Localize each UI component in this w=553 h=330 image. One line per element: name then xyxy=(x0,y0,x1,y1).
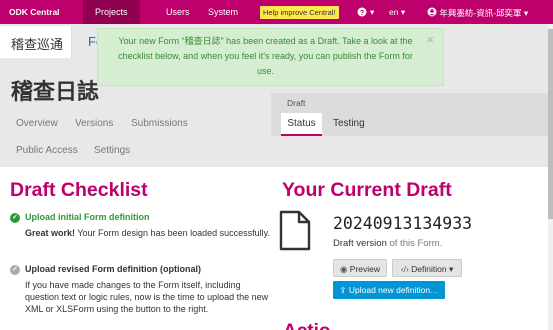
project-name: 稽查巡通 xyxy=(11,37,64,52)
user-name: 年興墨紡-資訊-邱奕軍 xyxy=(439,8,522,18)
tab-settings[interactable]: Settings xyxy=(94,145,130,156)
definition-label: Definition xyxy=(411,264,447,274)
nav-system[interactable]: System xyxy=(208,0,238,24)
checklist-item-title: Upload revised Form definition (optional… xyxy=(25,264,202,274)
checklist-item-body: Great work! Your Form design has been lo… xyxy=(25,227,270,239)
language-select[interactable]: en ▾ xyxy=(389,7,405,18)
user-icon xyxy=(427,7,437,17)
definition-dropdown-button[interactable]: ‹/› Definition ▾ xyxy=(392,259,462,277)
tab-submissions[interactable]: Submissions xyxy=(131,118,188,129)
file-icon xyxy=(279,210,311,251)
question-circle-icon[interactable]: ? xyxy=(357,7,367,19)
upload-label: Upload new definition… xyxy=(348,285,439,295)
great-work-text: Great work! xyxy=(25,228,76,238)
eye-icon: ◉ xyxy=(339,264,348,274)
tab-public-access[interactable]: Public Access xyxy=(16,145,78,156)
close-icon[interactable]: × xyxy=(426,32,434,47)
svg-text:?: ? xyxy=(360,10,364,17)
checklist-item-title: Upload initial Form definition xyxy=(25,212,150,222)
draft-tabs-panel: Draft Status Testing xyxy=(271,93,553,136)
upload-icon: ⇪ xyxy=(339,285,347,295)
success-alert: Your new Form “稽查日誌” has been created as… xyxy=(97,28,444,86)
tab-overview[interactable]: Overview xyxy=(16,118,58,129)
alert-message: Your new Form “稽查日誌” has been created as… xyxy=(118,36,413,76)
preview-label: Preview xyxy=(349,264,381,274)
actions-heading: Actio xyxy=(283,321,331,330)
checklist-heading: Draft Checklist xyxy=(10,179,148,201)
check-done-icon: ✓ xyxy=(10,213,20,223)
language-label: en xyxy=(389,7,399,17)
scrollbar[interactable] xyxy=(548,24,553,330)
chevron-down-icon[interactable]: ▾ xyxy=(370,7,374,18)
draft-version-note: Draft version of this Form. xyxy=(333,238,442,249)
check-pending-icon: ✓ xyxy=(10,265,20,275)
brand-logo[interactable]: ODK Central xyxy=(9,7,60,17)
checklist-item-text: Your Form design has been loaded success… xyxy=(75,228,270,238)
preview-button[interactable]: ◉ Preview xyxy=(333,259,387,277)
tab-status[interactable]: Status xyxy=(281,113,322,136)
checklist-item-body: If you have made changes to the Form its… xyxy=(25,280,269,314)
upload-definition-button[interactable]: ⇪ Upload new definition… xyxy=(333,281,445,299)
help-improve-button[interactable]: Help improve Central! xyxy=(260,6,339,19)
code-icon: ‹/› xyxy=(400,264,409,274)
caret-down-icon: ▾ xyxy=(448,264,454,274)
tab-testing[interactable]: Testing xyxy=(333,118,365,129)
nav-users[interactable]: Users xyxy=(166,0,190,24)
nav-projects[interactable]: Projects xyxy=(83,0,140,24)
draft-label: Draft xyxy=(287,98,306,108)
draft-version-suffix: of this Form. xyxy=(386,238,443,249)
project-breadcrumb-tab[interactable]: 稽查巡通 xyxy=(0,26,72,58)
top-navbar: ODK Central Projects Users System Help i… xyxy=(0,0,553,24)
draft-version-number: 20240913134933 xyxy=(333,214,473,233)
user-menu[interactable]: 年興墨紡-資訊-邱奕軍 ▾ xyxy=(427,7,528,19)
tab-versions[interactable]: Versions xyxy=(75,118,113,129)
scrollbar-thumb[interactable] xyxy=(548,29,553,219)
page-title: 稽查日誌 xyxy=(11,79,100,104)
draft-version-label: Draft version xyxy=(333,238,387,249)
current-draft-heading: Your Current Draft xyxy=(282,179,452,201)
